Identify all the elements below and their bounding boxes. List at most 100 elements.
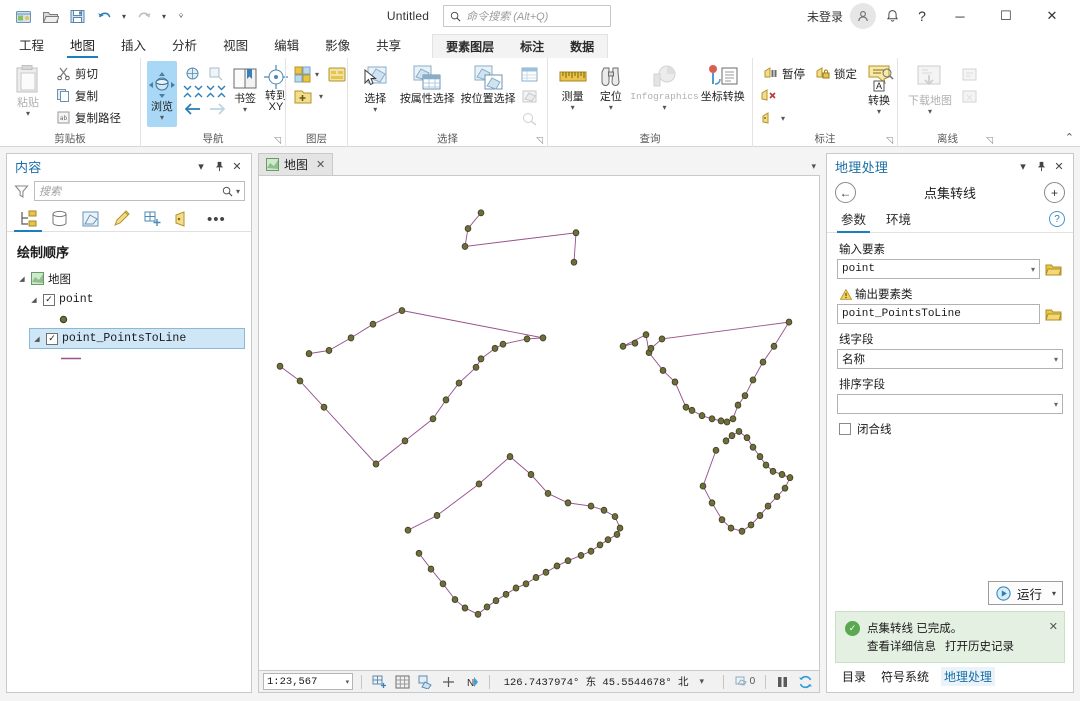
account-avatar-icon[interactable]: [850, 3, 876, 29]
sort-field-combo[interactable]: ▾: [837, 394, 1063, 414]
line-field-dropdown-icon[interactable]: ▾: [1051, 355, 1058, 364]
tab-imagery[interactable]: 影像: [312, 34, 363, 58]
new-project-icon[interactable]: [10, 4, 36, 28]
basemap-icon[interactable]: [326, 64, 348, 84]
navigate-dialog-launcher-icon[interactable]: ◹: [274, 133, 281, 148]
map-scale-selector[interactable]: 1:23,567 ▾: [263, 673, 354, 690]
undo-icon[interactable]: [91, 4, 117, 28]
tool-help-icon[interactable]: ?: [1049, 211, 1065, 227]
undo-dropdown-icon[interactable]: ▾: [118, 4, 130, 28]
add-grid-icon[interactable]: [370, 673, 388, 691]
add-preset-icon[interactable]: [292, 86, 314, 106]
layer-checkbox-point[interactable]: ✓: [43, 293, 55, 306]
add-preset-dropdown-icon[interactable]: ▾: [315, 92, 323, 101]
previous-extent-arrow-icon[interactable]: [184, 102, 202, 116]
bookmarks-dropdown-icon[interactable]: ▾: [243, 106, 247, 114]
pause-labeling-button[interactable]: 暂停: [759, 63, 809, 84]
geoprocessing-pin-icon[interactable]: [1032, 157, 1050, 175]
tree-item-point[interactable]: ◢ ✓ point: [15, 289, 245, 310]
contents-tab-data-source[interactable]: [46, 207, 72, 231]
offline-dialog-launcher-icon[interactable]: ◹: [986, 133, 993, 148]
maximize-button[interactable]: ☐: [984, 0, 1028, 32]
line-field-combo[interactable]: 名称 ▾: [837, 349, 1063, 369]
run-button[interactable]: 运行 ▾: [987, 581, 1063, 605]
scale-dropdown-icon[interactable]: ▾: [346, 678, 350, 686]
search-options-dropdown-icon[interactable]: ▾: [236, 187, 240, 196]
lock-labeling-button[interactable]: 锁定: [811, 63, 861, 84]
add-data-dropdown-icon[interactable]: ▾: [315, 70, 319, 79]
filter-icon[interactable]: [13, 183, 29, 199]
tab-feature-layer[interactable]: 要素图层: [433, 35, 507, 59]
infographics-dropdown-icon[interactable]: ▾: [662, 104, 666, 112]
layer-checkbox-point-points-to-line[interactable]: ✓: [46, 332, 58, 345]
tree-item-map[interactable]: ◢ 地图: [15, 268, 245, 289]
label-gallery-dropdown-icon[interactable]: ▾: [781, 114, 785, 123]
paste-button[interactable]: 粘贴 ▾: [6, 61, 50, 118]
tab-map[interactable]: 地图: [57, 34, 108, 58]
close-button[interactable]: ✕: [1030, 0, 1074, 32]
coordinate-format-dropdown-icon[interactable]: ▾: [700, 676, 705, 687]
contents-tab-selection[interactable]: [77, 207, 103, 231]
map-tab-overflow-icon[interactable]: ▾: [811, 161, 816, 172]
map-tab[interactable]: 地图 ✕: [258, 153, 334, 175]
open-history-link[interactable]: 打开历史记录: [945, 638, 1014, 654]
contents-tab-drawing-order[interactable]: [14, 207, 42, 232]
coordinate-conversion-button[interactable]: 坐标转换: [699, 61, 746, 103]
full-extent-icon[interactable]: [181, 63, 203, 83]
convert-labels-button[interactable]: A 转换 ▾: [863, 61, 895, 116]
notifications-bell-icon[interactable]: [878, 3, 906, 29]
locate-dropdown-icon[interactable]: ▾: [609, 104, 613, 112]
contents-tab-labeling[interactable]: [170, 207, 196, 231]
tab-view[interactable]: 视图: [210, 34, 261, 58]
contents-more-icon[interactable]: •••: [207, 211, 226, 228]
next-extent-arrow-icon[interactable]: [208, 102, 226, 116]
north-arrow-icon[interactable]: N: [463, 673, 481, 691]
add-to-favorites-button[interactable]: +: [1044, 182, 1065, 203]
sort-field-dropdown-icon[interactable]: ▾: [1051, 400, 1058, 409]
tab-share[interactable]: 共享: [363, 34, 414, 58]
input-features-dropdown-icon[interactable]: ▾: [1028, 265, 1035, 274]
clear-selection-icon[interactable]: [519, 86, 541, 106]
remove-labels-icon[interactable]: [759, 86, 781, 106]
cut-button[interactable]: 剪切: [52, 63, 125, 84]
open-project-icon[interactable]: [37, 4, 63, 28]
tab-analysis[interactable]: 分析: [159, 34, 210, 58]
close-line-checkbox[interactable]: [839, 423, 851, 435]
download-map-button[interactable]: 下载地图 ▾: [904, 61, 956, 116]
refresh-icon[interactable]: [797, 673, 815, 691]
tab-environments[interactable]: 环境: [882, 209, 915, 232]
bookmarks-button[interactable]: 书签 ▾: [231, 61, 259, 114]
explore-dropdown-icon[interactable]: ▾: [160, 114, 164, 122]
message-close-icon[interactable]: ✕: [1045, 620, 1058, 633]
paste-dropdown-icon[interactable]: ▾: [26, 110, 30, 118]
dock-tab-catalog[interactable]: 目录: [839, 667, 869, 686]
map-tab-close-icon[interactable]: ✕: [316, 158, 325, 171]
download-map-dropdown-icon[interactable]: ▾: [928, 108, 932, 116]
redo-icon[interactable]: [131, 4, 157, 28]
locate-button[interactable]: 定位 ▾: [592, 61, 629, 112]
output-feature-class-browse-icon[interactable]: [1044, 305, 1063, 323]
measure-button[interactable]: 测量 ▾: [554, 61, 591, 112]
selected-features-count[interactable]: 0: [732, 673, 757, 691]
help-icon[interactable]: ?: [908, 3, 936, 29]
expand-triangle-icon[interactable]: ◢: [17, 275, 27, 283]
selection-tool-icon[interactable]: [416, 673, 434, 691]
convert-dropdown-icon[interactable]: ▾: [877, 108, 881, 116]
contents-close-icon[interactable]: ✕: [228, 157, 246, 175]
tab-edit[interactable]: 编辑: [261, 34, 312, 58]
selection-dialog-launcher-icon[interactable]: ◹: [536, 133, 543, 148]
infographics-button[interactable]: Infographics ▾: [630, 61, 699, 112]
copy-button[interactable]: 复制: [52, 85, 125, 106]
dock-tab-symbology[interactable]: 符号系统: [878, 667, 932, 686]
contents-tab-editing[interactable]: [108, 207, 134, 231]
grid-icon[interactable]: [393, 673, 411, 691]
explore-button[interactable]: 浏览 ▾: [147, 61, 177, 127]
customize-qat-icon[interactable]: ⩒: [171, 4, 191, 28]
tab-insert[interactable]: 插入: [108, 34, 159, 58]
run-dropdown-icon[interactable]: ▾: [1048, 589, 1056, 598]
view-details-link[interactable]: 查看详细信息: [867, 638, 936, 654]
collapse-ribbon-icon[interactable]: ⌃: [1065, 131, 1074, 144]
tree-item-point-points-to-line[interactable]: ◢ ✓ point_PointsToLine: [29, 328, 245, 349]
label-gallery-icon[interactable]: [759, 108, 781, 128]
contents-search-input[interactable]: 搜索 ▾: [34, 181, 245, 201]
